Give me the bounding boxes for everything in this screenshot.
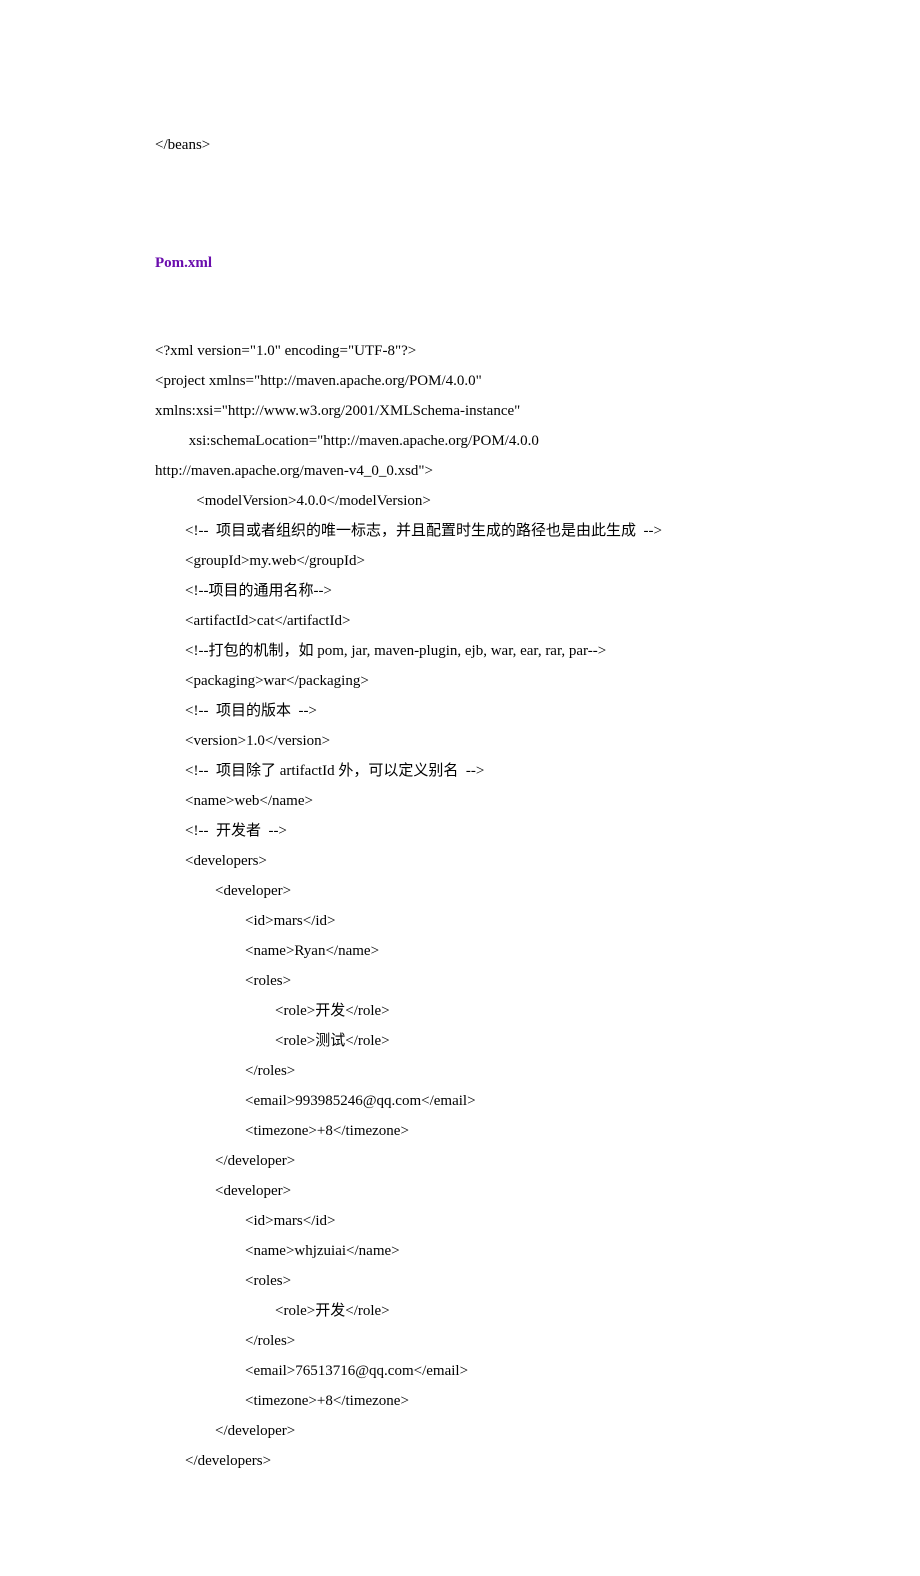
code-line: </beans> [155, 130, 765, 160]
code-line: <!-- 项目的版本 --> [155, 696, 765, 726]
code-line: <version>1.0</version> [155, 726, 765, 756]
code-line: <!--项目的通用名称--> [155, 576, 765, 606]
code-line: <!-- 项目除了 artifactId 外，可以定义别名 --> [155, 756, 765, 786]
code-line: xmlns:xsi="http://www.w3.org/2001/XMLSch… [155, 396, 765, 426]
code-line: </developer> [155, 1416, 765, 1446]
code-line [155, 160, 765, 190]
code-line [155, 306, 765, 336]
code-line: <role>开发</role> [155, 996, 765, 1026]
code-line: <id>mars</id> [155, 1206, 765, 1236]
code-line: <name>whjzuiai</name> [155, 1236, 765, 1266]
code-line: <?xml version="1.0" encoding="UTF-8"?> [155, 336, 765, 366]
code-line: <developer> [155, 1176, 765, 1206]
code-line: <name>Ryan</name> [155, 936, 765, 966]
code-line: <developers> [155, 846, 765, 876]
code-line: <email>76513716@qq.com</email> [155, 1356, 765, 1386]
code-line: <modelVersion>4.0.0</modelVersion> [155, 486, 765, 516]
code-line: </developer> [155, 1146, 765, 1176]
code-line: <groupId>my.web</groupId> [155, 546, 765, 576]
code-line: http://maven.apache.org/maven-v4_0_0.xsd… [155, 456, 765, 486]
code-line: <role>测试</role> [155, 1026, 765, 1056]
code-line: <timezone>+8</timezone> [155, 1386, 765, 1416]
code-line: <!-- 开发者 --> [155, 816, 765, 846]
code-line: <developer> [155, 876, 765, 906]
code-line: <!-- 项目或者组织的唯一标志，并且配置时生成的路径也是由此生成 --> [155, 516, 765, 546]
code-content: </beans> Pom.xml <?xml version="1.0" enc… [155, 130, 765, 1476]
section-heading: Pom.xml [155, 248, 765, 278]
code-line: </developers> [155, 1446, 765, 1476]
code-line: xsi:schemaLocation="http://maven.apache.… [155, 426, 765, 456]
document-page: </beans> Pom.xml <?xml version="1.0" enc… [0, 0, 920, 1576]
code-line: <!--打包的机制，如 pom, jar, maven-plugin, ejb,… [155, 636, 765, 666]
code-line: </roles> [155, 1056, 765, 1086]
code-line: <roles> [155, 1266, 765, 1296]
code-line: <id>mars</id> [155, 906, 765, 936]
code-line: <role>开发</role> [155, 1296, 765, 1326]
code-line: <roles> [155, 966, 765, 996]
code-line [155, 190, 765, 220]
code-line: <timezone>+8</timezone> [155, 1116, 765, 1146]
code-line: <packaging>war</packaging> [155, 666, 765, 696]
code-line: <name>web</name> [155, 786, 765, 816]
code-line: <artifactId>cat</artifactId> [155, 606, 765, 636]
code-line: <email>993985246@qq.com</email> [155, 1086, 765, 1116]
code-line: </roles> [155, 1326, 765, 1356]
code-line: <project xmlns="http://maven.apache.org/… [155, 366, 765, 396]
